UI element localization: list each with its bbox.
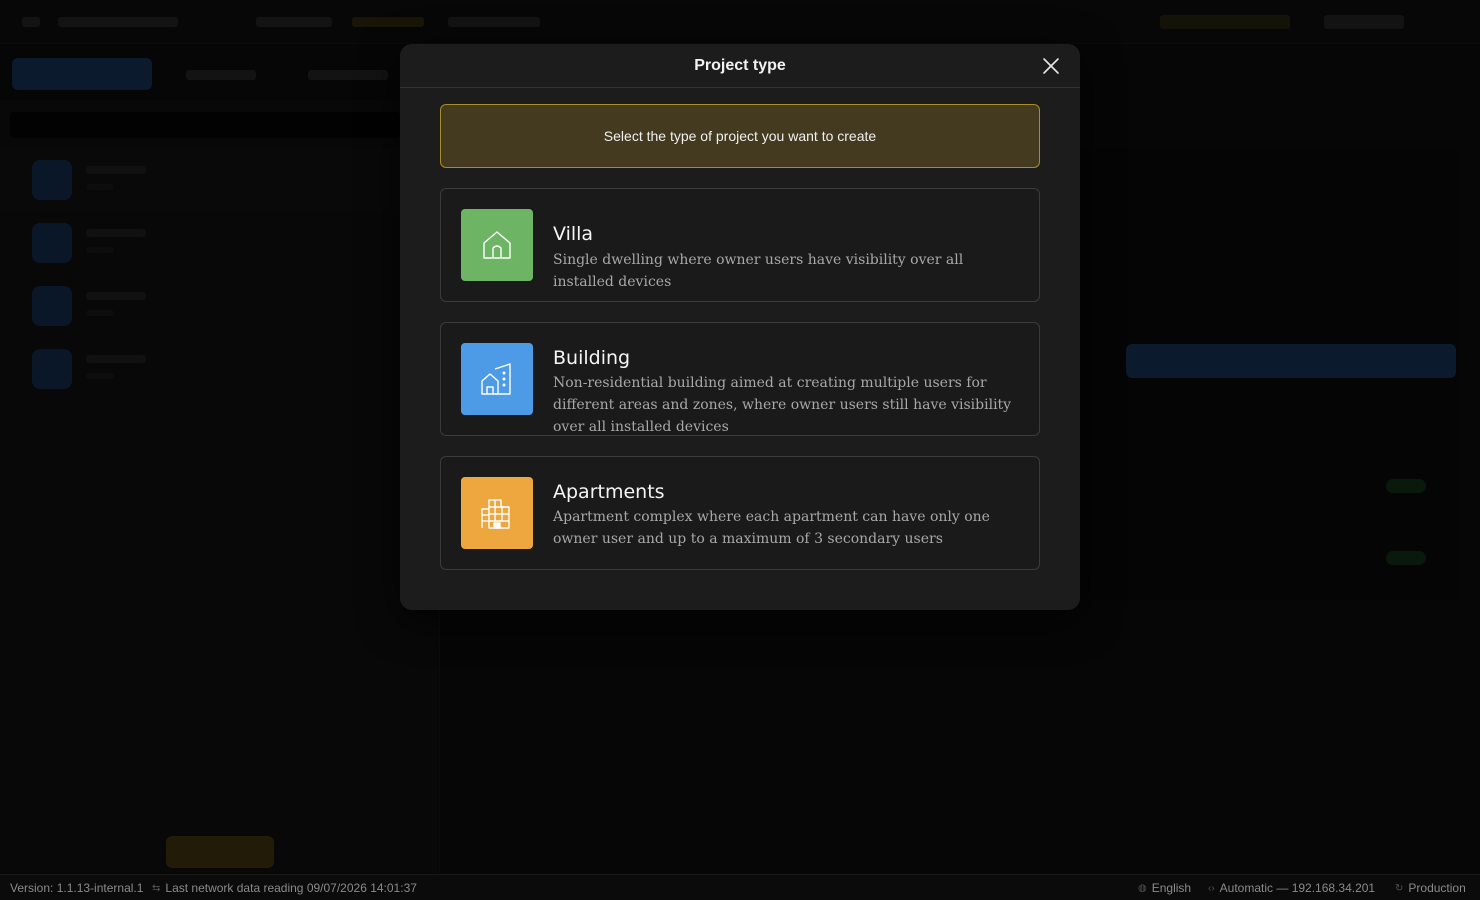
code-icon: ‹› — [1208, 882, 1215, 894]
project-type-building[interactable]: Building Non-residential building aimed … — [440, 322, 1040, 436]
project-type-description: Non-residential building aimed at creati… — [553, 375, 1012, 435]
connection-indicator[interactable]: ‹› Automatic — 192.168.34.201 — [1208, 881, 1375, 895]
building-icon — [461, 343, 533, 415]
dialog-title: Project type — [694, 56, 786, 74]
project-type-description: Single dwelling where owner users have v… — [553, 252, 964, 290]
version-label: Version: 1.1.13-internal.1 — [10, 881, 144, 895]
network-icon: ⇆ — [152, 882, 161, 894]
close-icon — [1043, 58, 1059, 74]
project-type-description: Apartment complex where each apartment c… — [553, 509, 990, 547]
info-banner: Select the type of project you want to c… — [440, 104, 1040, 168]
close-button[interactable] — [1040, 55, 1062, 77]
dialog-header: Project type — [400, 44, 1080, 88]
last-reading-label: ⇆ Last network data reading 09/07/2026 1… — [152, 881, 417, 895]
refresh-icon: ↻ — [1395, 882, 1404, 894]
project-type-dialog: Project type Select the type of project … — [400, 44, 1080, 610]
house-icon — [461, 209, 533, 281]
apartments-icon — [461, 477, 533, 549]
globe-icon: ◍ — [1138, 882, 1147, 894]
project-type-name: Building — [553, 347, 631, 369]
project-type-name: Apartments — [553, 481, 665, 503]
project-type-villa[interactable]: Villa Single dwelling where owner users … — [440, 188, 1040, 302]
status-bar: Version: 1.1.13-internal.1 ⇆ Last networ… — [0, 874, 1480, 900]
environment-indicator[interactable]: ↻ Production — [1395, 881, 1466, 895]
project-type-name: Villa — [553, 223, 594, 245]
project-type-apartments[interactable]: Apartments Apartment complex where each … — [440, 456, 1040, 570]
language-selector[interactable]: ◍ English — [1138, 881, 1191, 895]
